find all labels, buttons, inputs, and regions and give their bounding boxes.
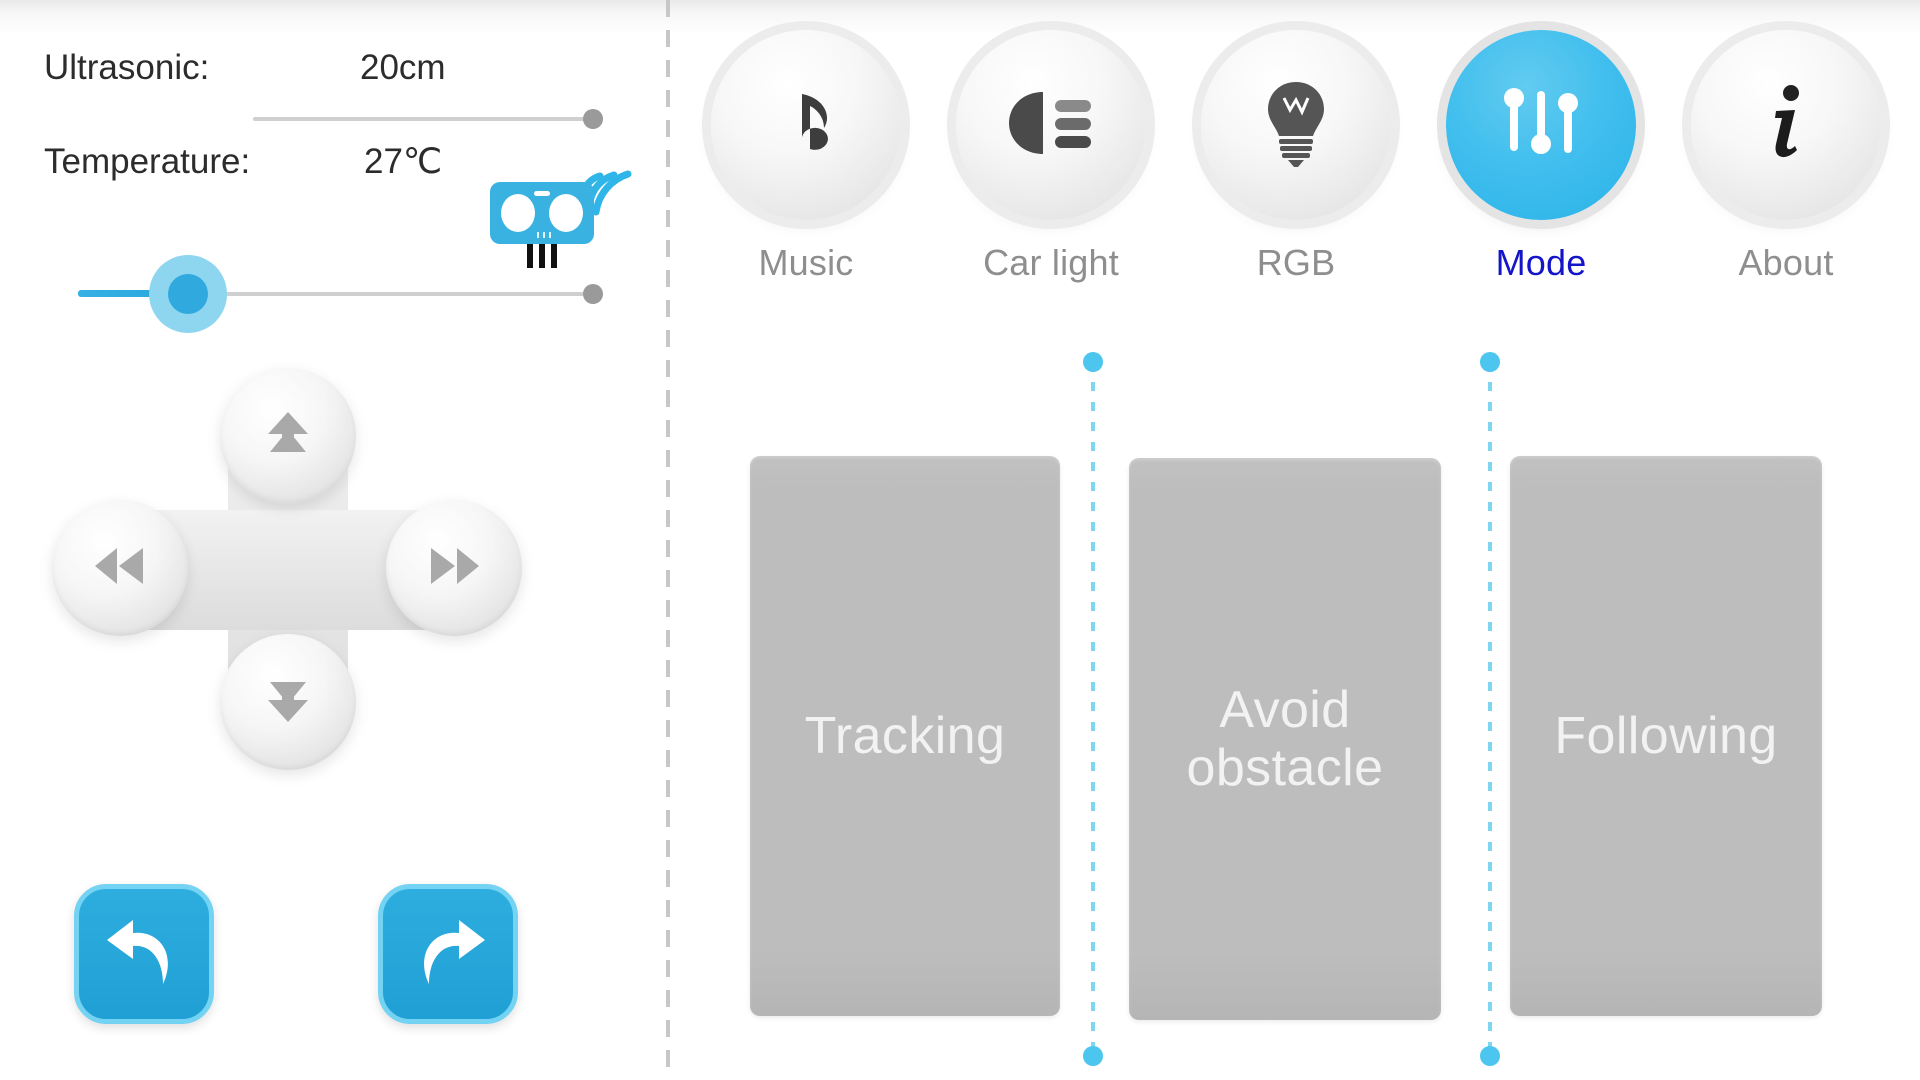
dpad-up-button[interactable] (220, 368, 356, 504)
nav-label-car-light: Car light (983, 242, 1119, 283)
guide-line-1-top-dot (1083, 352, 1103, 372)
mode-button[interactable] (1446, 30, 1636, 220)
curved-arrow-left-icon (103, 914, 185, 995)
turn-left-button[interactable] (74, 884, 214, 1024)
car-light-button[interactable] (956, 30, 1146, 220)
rgb-button[interactable] (1201, 30, 1391, 220)
double-arrow-left-icon (91, 544, 149, 593)
nav-label-rgb: RGB (1256, 242, 1336, 283)
temperature-slider[interactable] (0, 0, 666, 333)
nav-label-music: Music (758, 242, 854, 283)
robot-controller-app: Ultrasonic: 20cm Temperature: 27℃ Music … (0, 0, 1920, 1080)
guide-line-2-top-dot (1480, 352, 1500, 372)
mode-card-label: Following (1554, 706, 1778, 765)
turn-right-button[interactable] (378, 884, 518, 1024)
mode-card-tracking[interactable]: Tracking (750, 456, 1060, 1016)
mode-card-avoid-obstacle[interactable]: Avoid obstacle (1129, 458, 1441, 1020)
about-button[interactable] (1691, 30, 1881, 220)
double-arrow-up-icon (264, 408, 312, 465)
left-control-panel: Ultrasonic: 20cm Temperature: 27℃ (0, 0, 666, 1080)
guide-line-2 (1480, 352, 1500, 1066)
guide-line-2-bottom-dot (1480, 1046, 1500, 1066)
temperature-slider-knob[interactable] (168, 274, 208, 314)
guide-line-1-dash (1091, 362, 1095, 1056)
mode-card-label: Avoid obstacle (1186, 680, 1384, 797)
nav-label-about: About (1738, 242, 1834, 283)
ultrasonic-label: Ultrasonic: (44, 48, 210, 87)
nav-item-car-light[interactable]: Car light (951, 30, 1151, 284)
temperature-value: 27℃ (364, 142, 443, 181)
ultrasonic-sensor-icon (480, 140, 640, 270)
music-button[interactable] (711, 30, 901, 220)
mode-card-label: Tracking (804, 706, 1006, 765)
temperature-label: Temperature: (44, 142, 251, 181)
headlight-icon (1005, 88, 1097, 163)
ultrasonic-slider-track[interactable] (253, 117, 593, 121)
sliders-icon (1498, 83, 1584, 168)
nav-item-music[interactable]: Music (706, 30, 906, 284)
mode-card-following[interactable]: Following (1510, 456, 1822, 1016)
dpad-down-button[interactable] (220, 634, 356, 770)
direction-pad (52, 360, 522, 780)
double-arrow-down-icon (264, 674, 312, 731)
guide-line-1-bottom-dot (1083, 1046, 1103, 1066)
nav-item-about[interactable]: About (1686, 30, 1886, 284)
nav-item-mode[interactable]: Mode (1441, 30, 1641, 284)
nav-item-rgb[interactable]: RGB (1196, 30, 1396, 284)
nav-label-mode: Mode (1495, 242, 1587, 283)
music-note-icon (772, 78, 840, 173)
top-navigation: Music Car light RGB Mode About (706, 30, 1886, 310)
ultrasonic-value: 20cm (360, 48, 446, 87)
info-icon (1761, 80, 1811, 171)
ultrasonic-slider-knob[interactable] (583, 109, 603, 129)
dpad-right-button[interactable] (386, 500, 522, 636)
curved-arrow-right-icon (407, 914, 489, 995)
lightbulb-icon (1264, 78, 1328, 173)
double-arrow-right-icon (425, 544, 483, 593)
temperature-slider-end-knob[interactable] (583, 284, 603, 304)
right-panel: Music Car light RGB Mode About Tracking … (666, 0, 1920, 1080)
dpad-left-button[interactable] (52, 500, 188, 636)
guide-line-1 (1083, 352, 1103, 1066)
guide-line-2-dash (1488, 362, 1492, 1056)
